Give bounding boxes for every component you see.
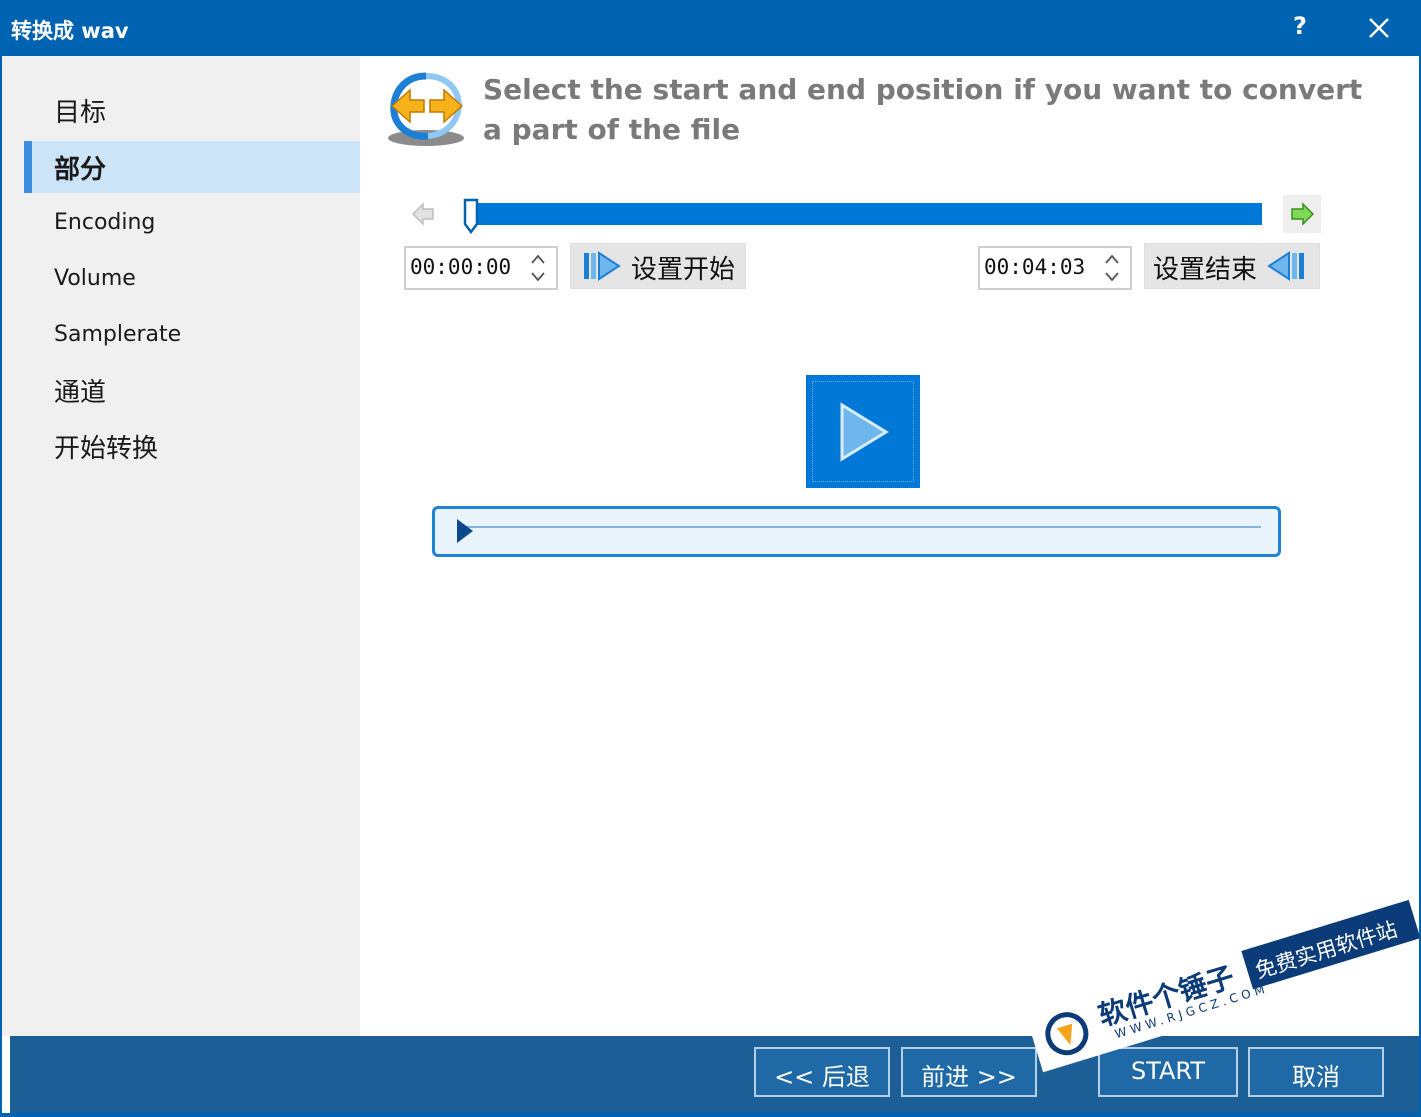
play-button[interactable]	[806, 375, 920, 488]
close-button[interactable]	[1363, 10, 1395, 44]
set-start-button[interactable]: 设置开始	[570, 243, 746, 289]
instruction-text: Select the start and end position if you…	[483, 73, 1363, 146]
sidebar-item-samplerate[interactable]: Samplerate	[24, 310, 360, 362]
next-button-label: 前进 >>	[921, 1063, 1017, 1091]
title-bar: 转换成 wav ?	[0, 0, 1421, 56]
cancel-button-label: 取消	[1292, 1063, 1340, 1091]
set-start-label: 设置开始	[631, 255, 736, 285]
back-button-label: << 后退	[774, 1063, 870, 1091]
chevron-up-icon	[1105, 254, 1119, 264]
end-time-increment[interactable]	[1102, 250, 1122, 268]
watermark-main-text: 软件个锤子	[1094, 960, 1239, 1033]
seek-thumb-icon	[457, 519, 473, 543]
sidebar-item-label: Volume	[54, 266, 136, 291]
chevron-down-icon	[1105, 272, 1119, 282]
start-button-label: START	[1130, 1057, 1206, 1085]
sidebar-item-label: Samplerate	[54, 322, 182, 347]
sidebar-item-volume[interactable]: Volume	[24, 254, 360, 306]
wizard-sidebar: 目标 部分 Encoding Volume Samplerate 通道 开始转换	[2, 56, 360, 1036]
arrow-right-icon	[1291, 202, 1315, 226]
sidebar-item-label: 开始转换	[54, 434, 159, 464]
set-start-icon	[584, 251, 621, 281]
range-right-button[interactable]	[1283, 195, 1321, 233]
back-button[interactable]: << 后退	[754, 1047, 890, 1097]
start-button[interactable]: START	[1098, 1047, 1238, 1097]
chevron-down-icon	[531, 272, 545, 282]
sidebar-item-label: 通道	[54, 378, 107, 408]
chevron-up-icon	[531, 254, 545, 264]
watermark-url: WWW.RJGCZ.COM	[1113, 981, 1271, 1042]
sidebar-item-target[interactable]: 目标	[24, 84, 360, 136]
end-time-spinner[interactable]	[978, 246, 1132, 290]
seek-thumb[interactable]	[455, 518, 475, 548]
range-start-thumb[interactable]	[461, 198, 481, 235]
start-time-input[interactable]	[410, 252, 520, 282]
arrow-left-icon	[411, 202, 434, 226]
seek-line	[461, 526, 1261, 528]
window-frame-bottom	[0, 1113, 1421, 1117]
sidebar-item-label: 部分	[54, 155, 107, 185]
start-time-decrement[interactable]	[528, 268, 548, 286]
end-time-input[interactable]	[984, 252, 1094, 282]
start-time-spinner[interactable]	[404, 246, 558, 290]
sidebar-item-channels[interactable]: 通道	[24, 364, 360, 416]
sidebar-item-part[interactable]: 部分	[24, 141, 360, 193]
playback-seekbar[interactable]	[432, 506, 1281, 557]
range-left-button[interactable]	[405, 196, 441, 232]
sidebar-item-encoding[interactable]: Encoding	[24, 198, 360, 250]
help-button[interactable]: ?	[1288, 12, 1312, 40]
wizard-footer: << 后退 前进 >> START 取消	[10, 1036, 1419, 1113]
set-end-label: 设置结束	[1153, 255, 1258, 285]
start-time-increment[interactable]	[528, 250, 548, 268]
sidebar-item-start-convert[interactable]: 开始转换	[24, 420, 360, 472]
sidebar-item-label: Encoding	[54, 210, 156, 235]
next-button[interactable]: 前进 >>	[901, 1047, 1037, 1097]
set-end-button[interactable]: 设置结束	[1144, 243, 1320, 289]
range-track[interactable]	[470, 203, 1262, 225]
play-icon	[840, 402, 889, 462]
window-title: 转换成 wav	[11, 19, 129, 43]
convert-arrows-icon	[384, 68, 468, 152]
set-end-icon	[1267, 251, 1304, 281]
end-time-decrement[interactable]	[1102, 268, 1122, 286]
close-icon	[1369, 18, 1389, 38]
watermark-tag-text: 免费实用软件站	[1252, 917, 1401, 984]
watermark-tag: 免费实用软件站	[1241, 899, 1421, 990]
cancel-button[interactable]: 取消	[1248, 1047, 1384, 1097]
sidebar-item-label: 目标	[54, 98, 107, 128]
